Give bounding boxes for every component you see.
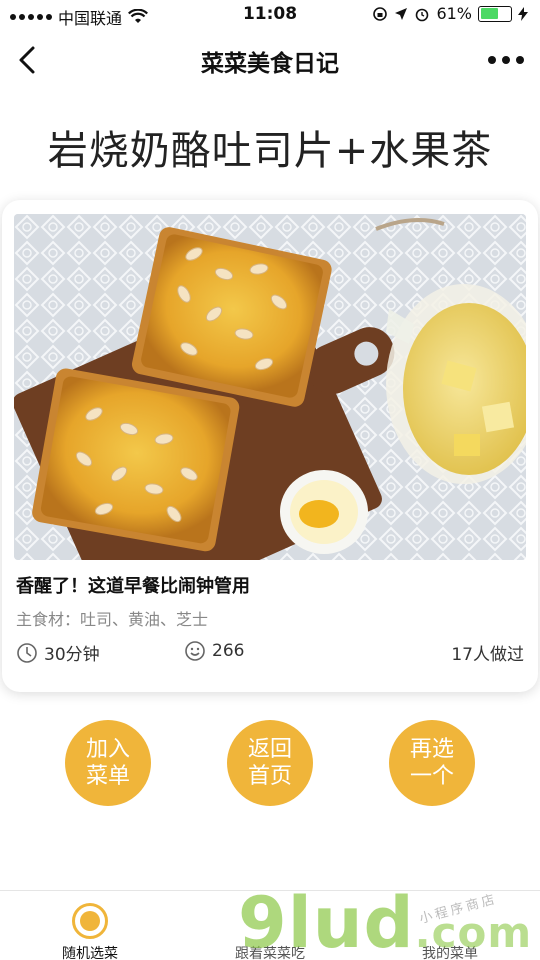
rotation-lock-icon xyxy=(373,6,388,21)
smile-icon xyxy=(185,641,205,661)
nav-bar: 菜菜美食日记 xyxy=(0,30,540,90)
add-to-menu-button[interactable]: 加入菜单 xyxy=(65,720,151,806)
pick-another-label: 再选一个 xyxy=(409,737,454,789)
cook-time-label: 30分钟 xyxy=(44,645,100,665)
random-pick-icon xyxy=(72,903,108,939)
location-icon xyxy=(395,7,408,20)
tab-random-pick-label: 随机选菜 xyxy=(62,946,118,960)
nav-title: 菜菜美食日记 xyxy=(201,51,339,77)
recipe-card[interactable]: 香醒了！这道早餐比闹钟管用 主食材：吐司、黄油、芝士 30分钟 266 17人做… xyxy=(2,200,538,692)
pick-another-button[interactable]: 再选一个 xyxy=(389,720,475,806)
likes-count: 266 xyxy=(212,641,245,661)
dish-title: 岩烧奶酪吐司片+水果茶 xyxy=(47,128,493,174)
status-bar: 中国联通 11:08 61% xyxy=(0,0,540,30)
back-home-label: 返回首页 xyxy=(247,737,292,789)
likes: 266 xyxy=(184,640,244,662)
cook-time: 30分钟 xyxy=(16,640,100,665)
add-to-menu-label: 加入菜单 xyxy=(85,737,130,789)
tab-random-pick[interactable]: 随机选菜 xyxy=(0,891,180,960)
card-headline: 香醒了！这道早餐比闹钟管用 xyxy=(16,576,250,597)
battery-icon xyxy=(478,5,512,22)
recipe-photo xyxy=(14,214,526,560)
watermark-main: 9lud xyxy=(238,882,415,960)
clock-icon xyxy=(17,642,37,663)
card-ingredients: 主食材：吐司、黄油、芝士 xyxy=(16,610,209,629)
more-button[interactable] xyxy=(488,48,524,72)
charging-icon xyxy=(518,6,528,21)
battery-percent: 61% xyxy=(436,4,472,23)
cooked-count: 17人做过 xyxy=(451,645,524,665)
more-dots-icon xyxy=(488,56,496,64)
back-home-button[interactable]: 返回首页 xyxy=(227,720,313,806)
status-right: 61% xyxy=(372,4,528,23)
battery-fill xyxy=(480,8,499,19)
card-stats: 30分钟 266 17人做过 xyxy=(16,640,524,666)
alarm-icon xyxy=(416,8,429,21)
